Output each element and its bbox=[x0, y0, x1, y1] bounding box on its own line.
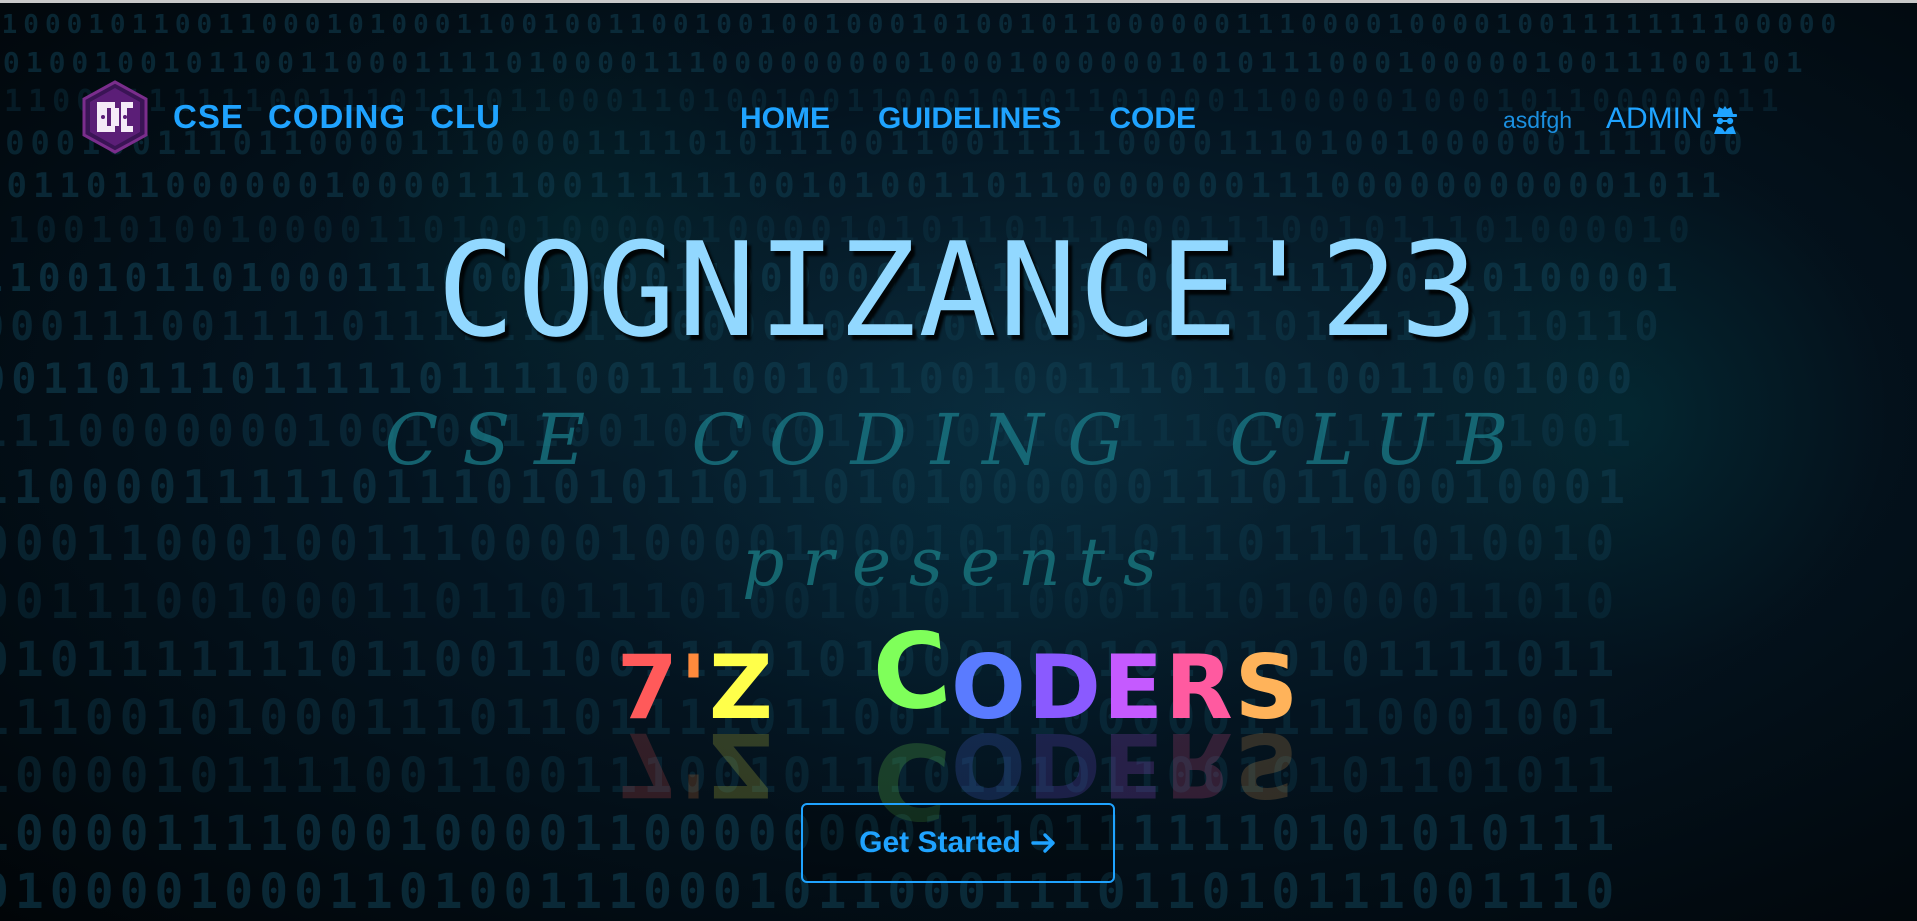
event-name-letter: C bbox=[866, 607, 958, 737]
admin-button[interactable]: ADMIN bbox=[1606, 102, 1739, 136]
hexagon-logo-icon bbox=[82, 80, 148, 154]
brand-name[interactable]: CSE CODING CLUB bbox=[173, 98, 503, 142]
club-subtitle: CSE CODING CLUB bbox=[384, 399, 1533, 481]
event-name-letter: Z bbox=[708, 636, 775, 739]
event-name-letter: O bbox=[951, 636, 1028, 739]
arrow-right-icon bbox=[1031, 833, 1055, 853]
event-name-letter bbox=[775, 644, 873, 732]
nav-guidelines-link[interactable]: GUIDELINES bbox=[878, 102, 1061, 136]
event-name-letter: ' bbox=[680, 636, 709, 739]
event-name-letter: D bbox=[1027, 636, 1103, 739]
nav-code-link[interactable]: CODE bbox=[1109, 102, 1196, 136]
presents-text: presents bbox=[742, 524, 1175, 601]
event-name-letter: 7 bbox=[616, 636, 681, 739]
event-name-letters: 7'Z CODERS bbox=[616, 607, 1301, 739]
event-name-letter: R bbox=[1165, 636, 1235, 739]
event-name-letter: S bbox=[1234, 636, 1301, 739]
nav-home-link[interactable]: HOME bbox=[740, 102, 830, 136]
club-logo-icon[interactable] bbox=[81, 80, 149, 154]
admin-label: ADMIN bbox=[1606, 102, 1703, 135]
nav-links: HOME GUIDELINES CODE bbox=[740, 102, 1196, 136]
spy-icon bbox=[1712, 106, 1737, 134]
user-name: asdfgh bbox=[1503, 107, 1573, 133]
event-name-letter: E bbox=[1102, 636, 1166, 739]
navbar: CSE CODING CLUB HOME GUIDELINES CODE asd… bbox=[0, 0, 1917, 240]
event-name: 7'Z CODERS bbox=[0, 607, 1917, 739]
binary-row: 1000010111100110011100101110111011001010… bbox=[0, 748, 1621, 804]
get-started-button[interactable]: Get Started bbox=[801, 803, 1115, 883]
page: 0100010110011000101000110010011001001001… bbox=[0, 0, 1917, 921]
hero-title: COGNIZANCE'23 bbox=[436, 214, 1481, 366]
get-started-label: Get Started bbox=[859, 826, 1021, 859]
